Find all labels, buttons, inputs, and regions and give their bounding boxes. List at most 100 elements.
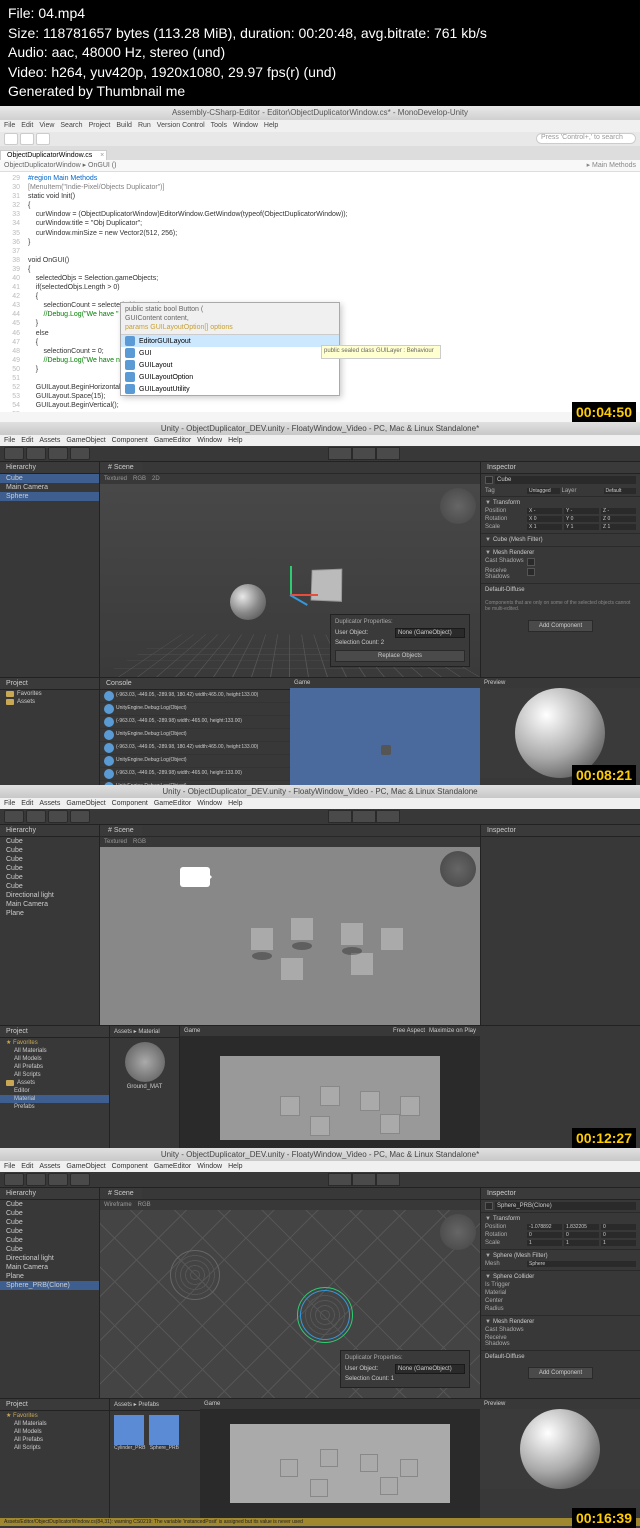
fav-item[interactable]: All Scripts [0, 1071, 109, 1079]
rotate-tool[interactable] [48, 447, 68, 460]
ac-item[interactable]: GUILayoutUtility [121, 383, 339, 395]
inspector-panel[interactable]: Inspector [480, 825, 640, 1025]
ac-item[interactable]: EditorGUILayout [121, 335, 339, 347]
hierarchy-item[interactable]: Directional light [0, 891, 99, 900]
favorites-folder[interactable]: Favorites [0, 690, 99, 698]
console-item[interactable]: (-963.03, -449.05, -289.98, 180.42) widt… [100, 690, 290, 703]
hierarchy-item[interactable]: Cube [0, 846, 99, 855]
hierarchy-item[interactable]: Cube [0, 474, 99, 483]
hierarchy-item[interactable]: Cube [0, 1236, 99, 1245]
favorites[interactable]: ★ Favorites [0, 1038, 109, 1047]
rotate-tool[interactable] [48, 810, 68, 823]
asset-grid[interactable]: Assets ▸ Prefabs Cylinder_PRB Sphere_PRB [110, 1399, 200, 1518]
console-item[interactable]: (-963.03, -449.05, -289.98) width:-465.0… [100, 768, 290, 781]
menu-project[interactable]: Project [89, 122, 111, 129]
hand-tool[interactable] [4, 810, 24, 823]
project-tab[interactable]: Project [0, 678, 99, 690]
menubar[interactable]: File Edit View Search Project Build Run … [0, 120, 640, 132]
material-icon[interactable] [125, 1042, 165, 1082]
active-checkbox[interactable] [485, 476, 493, 484]
console-tab[interactable]: Console [100, 678, 290, 690]
view-cube[interactable] [440, 851, 476, 887]
cube-object[interactable] [350, 952, 374, 976]
project-panel[interactable]: Project ★ Favorites All Materials All Mo… [0, 1399, 110, 1518]
move-tool[interactable] [26, 447, 46, 460]
scene-viewport[interactable] [100, 847, 480, 1025]
hierarchy-item[interactable]: Cube [0, 873, 99, 882]
hierarchy-item[interactable]: Cube [0, 837, 99, 846]
console-item[interactable]: UnityEngine.Debug:Log(Object) [100, 755, 290, 768]
prefab-icon[interactable] [149, 1415, 179, 1445]
unity-menubar[interactable]: File Edit Assets GameObject Component Ga… [0, 435, 640, 446]
hierarchy-item[interactable]: Sphere [0, 492, 99, 501]
console-item[interactable]: (-963.03, -449.05, -289.98, 180.42) widt… [100, 742, 290, 755]
hierarchy-item[interactable]: Cube [0, 864, 99, 873]
hierarchy-item[interactable]: Cube [0, 1227, 99, 1236]
search-input[interactable]: Press 'Control+,' to search [536, 133, 636, 144]
pause-button[interactable] [352, 447, 376, 460]
move-tool[interactable] [26, 1173, 46, 1186]
scene-tab[interactable]: # Scene [100, 462, 142, 473]
play-button[interactable] [328, 810, 352, 823]
game-panel[interactable]: GameFree AspectMaximize on Play [180, 1026, 480, 1160]
sphere-object[interactable] [230, 584, 266, 620]
menu-edit[interactable]: Edit [21, 437, 33, 444]
game-panel[interactable]: Game [200, 1399, 480, 1518]
asset-grid[interactable]: Assets ▸ Material Ground_MAT [110, 1026, 180, 1160]
step-button[interactable] [376, 1173, 400, 1186]
cube-object[interactable] [250, 927, 274, 951]
hierarchy-item[interactable]: Main Camera [0, 1263, 99, 1272]
menu-tools[interactable]: Tools [211, 122, 227, 129]
fav-item[interactable]: All Prefabs [0, 1063, 109, 1071]
assets-folder[interactable]: Assets [0, 698, 99, 706]
method-nav[interactable]: ▸ Main Methods [587, 161, 636, 169]
rotate-tool[interactable] [48, 1173, 68, 1186]
toolbar-btn[interactable] [20, 133, 34, 145]
view-cube[interactable] [440, 1214, 476, 1250]
prefab-icon[interactable] [114, 1415, 144, 1445]
menu-window[interactable]: Window [197, 437, 222, 444]
scene-tab[interactable]: # Scene [100, 1188, 142, 1199]
material-preview[interactable] [520, 1409, 600, 1489]
console-item[interactable]: (-963.03, -449.05, -289.98) width:-465.0… [100, 716, 290, 729]
assets-folder[interactable]: Assets [0, 1079, 109, 1087]
game-tab[interactable]: Game [294, 680, 310, 686]
hierarchy-item[interactable]: Plane [0, 909, 99, 918]
play-button[interactable] [328, 447, 352, 460]
menu-gameeditor[interactable]: GameEditor [154, 437, 191, 444]
cube-object[interactable] [340, 922, 364, 946]
transform-gizmo[interactable] [270, 574, 310, 614]
inspector-panel[interactable]: Inspector Cube TagUntaggedLayerDefault ▼… [480, 462, 640, 677]
game-tab[interactable]: Game [184, 1028, 200, 1034]
object-field[interactable]: None (GameObject) [395, 628, 465, 638]
scale-tool[interactable] [70, 810, 90, 823]
menu-build[interactable]: Build [116, 122, 132, 129]
scene-viewport[interactable]: Duplicator Properties: User Object:None … [100, 484, 480, 677]
folder-item[interactable]: Material [0, 1095, 109, 1103]
hierarchy-item[interactable]: Cube [0, 882, 99, 891]
ac-item[interactable]: GUI [121, 347, 339, 359]
hierarchy-tab[interactable]: Hierarchy [0, 462, 99, 474]
console-item[interactable]: UnityEngine.Debug:Log(Object) [100, 729, 290, 742]
menu-file[interactable]: File [4, 122, 15, 129]
active-checkbox[interactable] [485, 1202, 493, 1210]
menu-file[interactable]: File [4, 437, 15, 444]
step-button[interactable] [376, 810, 400, 823]
cube-object[interactable] [311, 569, 343, 602]
hierarchy-item[interactable]: Cube [0, 1209, 99, 1218]
duplicator-window[interactable]: Duplicator Properties: User Object:None … [340, 1350, 470, 1388]
folder-item[interactable]: Prefabs [0, 1103, 109, 1111]
scale-tool[interactable] [70, 1173, 90, 1186]
toolbar-btn[interactable] [36, 133, 50, 145]
menu-gameobject[interactable]: GameObject [66, 437, 105, 444]
hierarchy-item[interactable]: Cube [0, 1200, 99, 1209]
close-icon[interactable]: × [100, 152, 104, 159]
hierarchy-item[interactable]: Cube [0, 1218, 99, 1227]
project-panel[interactable]: Project ★ Favorites All Materials All Mo… [0, 1026, 110, 1160]
menu-assets[interactable]: Assets [39, 437, 60, 444]
hand-tool[interactable] [4, 447, 24, 460]
sphere-selected[interactable] [300, 1290, 350, 1340]
fav-item[interactable]: All Models [0, 1055, 109, 1063]
hierarchy-item[interactable]: Directional light [0, 1254, 99, 1263]
hierarchy-item[interactable]: Main Camera [0, 900, 99, 909]
